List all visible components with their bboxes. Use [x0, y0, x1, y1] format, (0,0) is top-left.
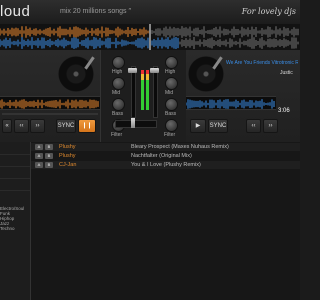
waveform-graphic: [0, 99, 99, 109]
track-title: You & I Love (Plushy Remix): [131, 162, 201, 168]
mid-label: Mid: [112, 90, 121, 96]
track-artist: Plushy: [59, 144, 76, 150]
deck-right-waveform[interactable]: [185, 96, 276, 110]
track-row[interactable]: A B CJ-Jan You & I Love (Plushy Remix): [31, 161, 300, 169]
fader-cap-left[interactable]: [128, 68, 137, 73]
channel-fader-left[interactable]: [131, 66, 136, 118]
time-display: 3:06: [278, 108, 290, 114]
channel-fader-right[interactable]: [153, 66, 158, 118]
app-logo[interactable]: loud: [0, 3, 30, 20]
track-title: Nachtfalter (Original Mix): [131, 153, 192, 159]
bass-label: Bass: [112, 111, 124, 117]
mid-knob-left[interactable]: [112, 77, 125, 90]
load-left-button[interactable]: A: [35, 144, 43, 150]
sync-button-right[interactable]: SYNC: [208, 119, 228, 133]
play-button-right[interactable]: ▶: [190, 119, 206, 133]
deck-right: We Are You Friends Vitrotronic Remix Jus…: [185, 50, 300, 142]
filter-label: Filter: [111, 132, 123, 138]
play-pause-button[interactable]: ❙❙: [78, 119, 96, 133]
rewind-button[interactable]: ‹‹: [14, 119, 29, 133]
overview-waveform-graphic: [0, 24, 299, 50]
filter-knob-right[interactable]: [165, 119, 178, 132]
filter-label-right: Filter: [164, 132, 176, 138]
track-artist: CJ-Jan: [59, 162, 77, 168]
deck-left: « ‹‹ ›› SYNC ❙❙: [0, 50, 100, 142]
track-artist: Plushy: [59, 153, 76, 159]
crossfader-cap[interactable]: [131, 118, 135, 128]
sync-button[interactable]: SYNC: [56, 119, 76, 133]
bass-knob-right[interactable]: [165, 98, 178, 111]
bass-knob-left[interactable]: [112, 98, 125, 111]
high-knob-left[interactable]: [112, 56, 125, 69]
high-label: High: [112, 69, 123, 75]
library-sidebar: Electro/Soul Funk Hiphop Jazz Techno: [0, 142, 31, 300]
mixer-panel: High Mid Bass Filter High Mid Bass Filte…: [100, 50, 188, 142]
high-label-right: High: [165, 69, 176, 75]
genre-tag-list: Electro/Soul Funk Hiphop Jazz Techno: [0, 206, 30, 231]
mid-knob-right[interactable]: [165, 77, 178, 90]
vu-meter-right: [146, 70, 149, 110]
load-right-button[interactable]: B: [45, 162, 53, 168]
load-right-button[interactable]: B: [45, 144, 53, 150]
genre-tag[interactable]: Techno: [0, 226, 30, 231]
deck-left-waveform[interactable]: [0, 96, 100, 110]
rewind-button-right[interactable]: ‹‹: [246, 119, 261, 133]
forward-button[interactable]: ››: [30, 119, 45, 133]
load-left-button[interactable]: A: [35, 153, 43, 159]
load-right-button[interactable]: B: [45, 153, 53, 159]
cue-button[interactable]: «: [2, 119, 12, 133]
crossfader-track[interactable]: [115, 120, 157, 128]
waveform-graphic-right: [185, 99, 275, 109]
track-title: We Are You Friends Vitrotronic Remix: [226, 60, 298, 66]
artist-name: Justic: [280, 70, 293, 76]
vu-meter-left: [141, 70, 144, 110]
forward-button-right[interactable]: ››: [263, 119, 278, 133]
sidebar-item[interactable]: [0, 178, 30, 191]
track-row[interactable]: A B Plushy Bleary Prospect (Maxes Nuhaus…: [31, 143, 300, 151]
app-header: loud mix 20 millions songs ″ For lovely …: [0, 0, 300, 25]
high-knob-right[interactable]: [165, 56, 178, 69]
track-title: Bleary Prospect (Maxes Nuhaus Remix): [131, 144, 229, 150]
mid-label-right: Mid: [165, 90, 174, 96]
bass-label-right: Bass: [165, 111, 177, 117]
app-tagline: mix 20 millions songs ″: [60, 8, 131, 15]
pitch-track[interactable]: [2, 113, 98, 115]
brand-text: For lovely djs: [241, 7, 296, 16]
load-left-button[interactable]: A: [35, 162, 43, 168]
track-list: A B Plushy Bleary Prospect (Maxes Nuhaus…: [31, 142, 300, 300]
overview-waveforms[interactable]: [0, 24, 300, 51]
track-row[interactable]: A B Plushy Nachtfalter (Original Mix): [31, 152, 300, 160]
fader-cap-right[interactable]: [150, 68, 159, 73]
